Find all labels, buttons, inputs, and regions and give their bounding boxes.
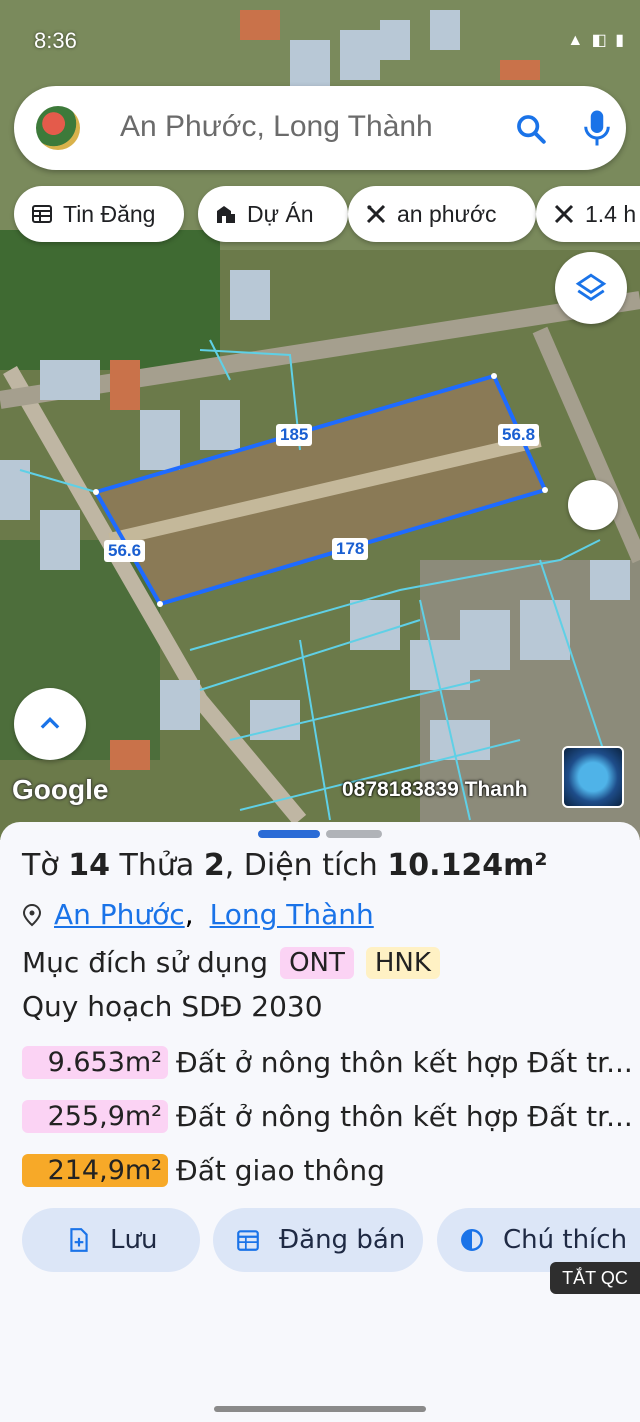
zone-description: Đất giao thông <box>176 1153 385 1187</box>
chip-label: an phước <box>397 200 497 227</box>
zone-description: Đất ở nông thôn kết hợp Đất tr... <box>176 1045 633 1079</box>
status-time: 8:36 <box>34 28 77 53</box>
sheet-number: 14 <box>68 848 110 883</box>
chip-tin-dang[interactable]: Tin Đăng <box>14 186 184 242</box>
title-prefix: Tờ <box>22 848 59 883</box>
location-marker[interactable] <box>568 480 618 530</box>
brand-logo <box>562 746 624 808</box>
zone-area: 255,9m² <box>22 1099 168 1133</box>
zone-row[interactable]: 214,9m² Đất giao thông <box>22 1150 640 1190</box>
purpose-tag-ont: ONT <box>280 946 354 979</box>
chip-du-an[interactable]: Dự Án <box>198 186 348 242</box>
search-bar[interactable]: An Phước, Long Thành <box>14 86 626 170</box>
zone-row[interactable]: 9.653m² Đất ở nông thôn kết hợp Đất tr..… <box>22 1042 640 1082</box>
calendar-icon <box>237 1230 259 1251</box>
zone-area: 214,9m² <box>22 1153 168 1187</box>
chip-label: Dự Án <box>247 200 314 227</box>
location-link-ward[interactable]: An Phước <box>54 898 185 931</box>
expand-up-button[interactable] <box>14 688 86 760</box>
home-indicator[interactable] <box>214 1406 426 1412</box>
location-pin-icon <box>22 903 42 926</box>
save-label: Lưu <box>110 1225 158 1255</box>
google-logo: Google <box>12 774 109 805</box>
zone-area: 9.653m² <box>22 1045 168 1079</box>
half-circle-icon <box>461 1229 483 1251</box>
location-separator: , <box>184 898 194 931</box>
microphone-icon[interactable] <box>582 108 612 148</box>
location-row: An Phước, Long Thành <box>22 898 374 931</box>
plan-title: Quy hoạch SDĐ 2030 <box>22 990 323 1023</box>
avatar[interactable] <box>36 106 80 150</box>
edge-length-right: 56.8 <box>498 424 540 446</box>
watermark-text: 0878183839 Thanh <box>342 778 528 801</box>
edge-length-top: 185 <box>276 424 313 446</box>
status-bar: 8:36 ▲ ◧ ▮ <box>0 0 640 70</box>
purpose-label: Mục đích sử dụng <box>22 946 269 979</box>
post-sale-button[interactable]: Đăng bán <box>213 1208 423 1272</box>
purpose-row: Mục đích sử dụng ONT HNK <box>22 946 440 979</box>
action-buttons: Lưu Đăng bán Chú thích <box>22 1208 640 1272</box>
search-input[interactable]: An Phước, Long Thành <box>120 110 433 144</box>
parcel-info-sheet: Tờ 14 Thửa 2, Diện tích 10.124m² An Phướ… <box>0 822 640 1422</box>
sheet-handle[interactable] <box>326 830 382 838</box>
zone-row[interactable]: 255,9m² Đất ở nông thôn kết hợp Đất tr..… <box>22 1096 640 1136</box>
building-icon <box>217 206 235 223</box>
sheet-handle-active[interactable] <box>258 830 320 838</box>
area-label: , Diện tích <box>224 848 378 883</box>
ruler-cross-icon <box>554 204 574 224</box>
add-document-icon <box>70 1228 88 1252</box>
chevron-up-icon <box>40 717 60 729</box>
ruler-cross-icon <box>366 204 386 224</box>
purpose-tag-hnk: HNK <box>365 946 440 979</box>
layers-button[interactable] <box>555 252 627 324</box>
map-view[interactable]: 185 56.8 56.6 178 8:36 ▲ ◧ ▮ An Phước, L… <box>0 0 640 840</box>
search-icon[interactable] <box>514 112 548 146</box>
filter-chips: Tin Đăng Dự Án an phước 1.4 h <box>14 186 640 242</box>
parcel-number: 2 <box>203 848 225 883</box>
chip-label: Tin Đăng <box>63 200 156 227</box>
chip-an-phuoc[interactable]: an phước <box>348 186 536 242</box>
location-link-district[interactable]: Long Thành <box>210 898 374 931</box>
zone-description: Đất ở nông thôn kết hợp Đất tr... <box>176 1099 633 1133</box>
status-icons: ▲ ◧ ▮ <box>567 32 626 49</box>
parcel-label: Thửa <box>119 848 195 883</box>
save-button[interactable]: Lưu <box>22 1208 200 1272</box>
parcel-title: Tờ 14 Thửa 2, Diện tích 10.124m² <box>22 848 548 883</box>
post-sale-label: Đăng bán <box>279 1225 406 1255</box>
table-icon <box>32 205 52 223</box>
disable-ads-button[interactable]: TẮT QC <box>550 1262 640 1294</box>
chip-label: 1.4 h <box>585 200 637 227</box>
edge-length-left: 56.6 <box>104 540 146 562</box>
legend-label: Chú thích <box>503 1225 628 1255</box>
edge-length-bottom: 178 <box>332 538 369 560</box>
area-value: 10.124m² <box>387 848 548 883</box>
chip-area[interactable]: 1.4 h <box>536 186 640 242</box>
layers-icon <box>575 273 607 302</box>
